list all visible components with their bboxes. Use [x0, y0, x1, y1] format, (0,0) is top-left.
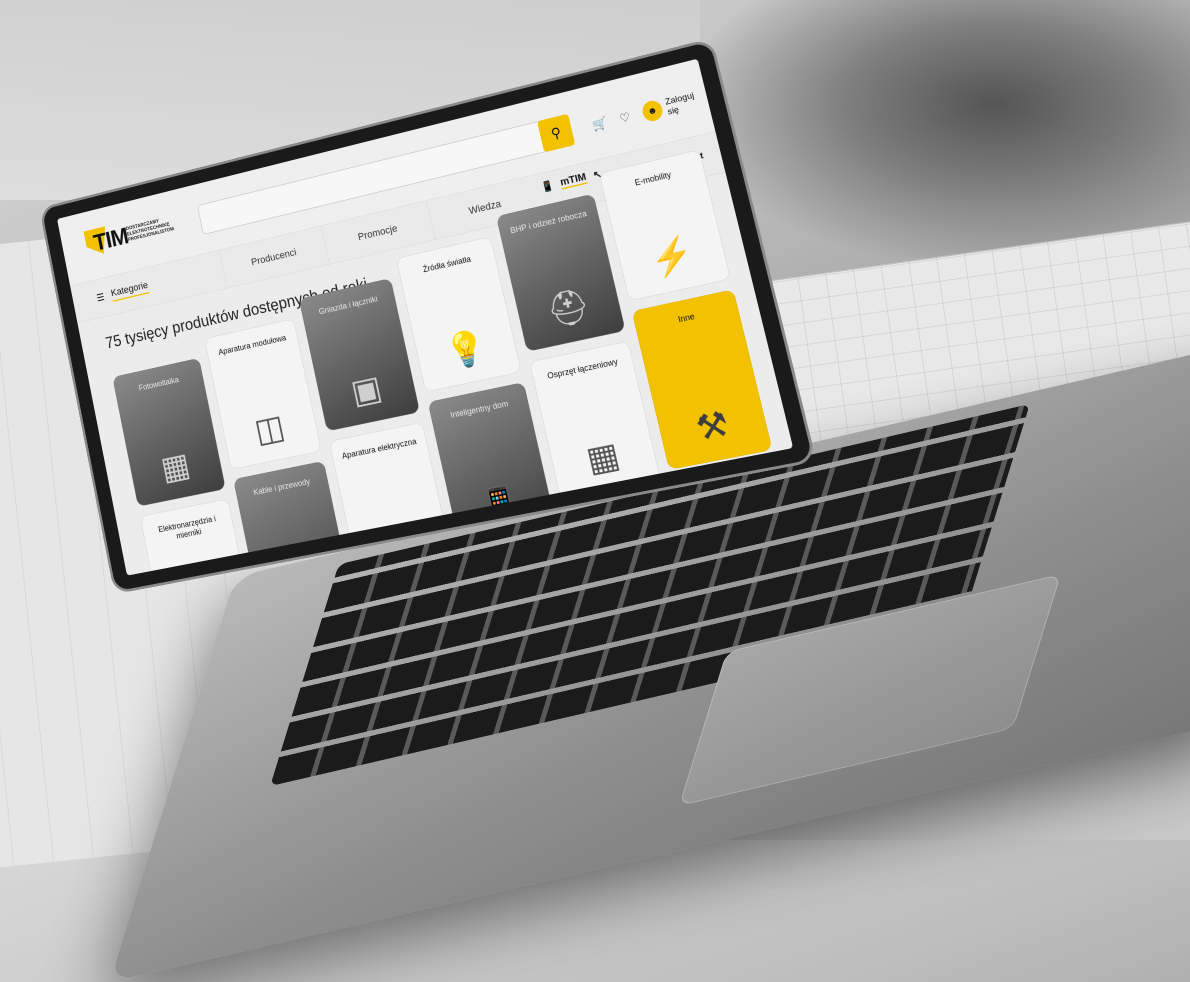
categories-label: Kategorie — [109, 279, 150, 302]
tile-label: Źródła światła — [421, 254, 472, 275]
breaker-icon: ◫ — [251, 407, 288, 450]
tile-label: Fotowoltaika — [137, 375, 180, 393]
search-icon: ⚲ — [549, 124, 563, 142]
helmet-icon: ⛑ — [542, 284, 594, 332]
category-tile-bhp[interactable]: BHP i odzież robocza ⛑ — [496, 193, 626, 352]
login-label: Zaloguj się — [664, 90, 696, 117]
mtim-label: mTIM — [558, 170, 588, 190]
header-icons: 🛒 ♡ ☻ Zaloguj się — [590, 88, 709, 136]
background-blur — [700, 0, 1190, 260]
category-tile-osprzet[interactable]: Osprzęt łączeniowy ▦ — [529, 340, 662, 501]
ev-charger-icon: ⚡ — [645, 232, 698, 281]
user-icon: ☻ — [640, 98, 665, 124]
cart-icon[interactable]: 🛒 — [591, 115, 609, 132]
bulb-icon: 💡 — [441, 326, 491, 373]
hamburger-icon: ☰ — [95, 291, 106, 304]
category-tile-fotowoltaika[interactable]: Fotowoltaika ▦ — [112, 357, 226, 507]
logo[interactable]: TIM Dostarczamy elektrotechnikę profesjo… — [83, 206, 181, 260]
search-button[interactable]: ⚲ — [537, 113, 576, 153]
phone-icon: 📱 — [539, 178, 555, 194]
logo-text: TIM — [91, 222, 131, 257]
category-tile-zrodla-swiatla[interactable]: Źródła światła 💡 — [396, 236, 522, 393]
tile-label: Inteligentny dom — [449, 398, 510, 420]
solar-panel-icon: ▦ — [157, 445, 193, 488]
tile-label: Aparatura elektryczna — [341, 436, 418, 461]
tile-label: Aparatura modułowa — [217, 333, 287, 357]
tile-label: Elektronarzędzia i mierniki — [157, 514, 217, 541]
logo-tagline: Dostarczamy elektrotechnikę profesjonali… — [125, 218, 175, 243]
tile-label: Gniazda i łączniki — [317, 294, 379, 317]
socket-icon: ▣ — [347, 368, 386, 412]
mtim-link[interactable]: 📱 mTIM ↖ — [540, 167, 603, 194]
heart-icon[interactable]: ♡ — [618, 109, 632, 125]
login-button[interactable]: ☻ Zaloguj się — [640, 88, 709, 124]
connector-box-icon: ▦ — [582, 434, 624, 480]
categories-menu[interactable]: ☰ Kategorie — [95, 279, 150, 305]
tile-label: Inne — [677, 311, 696, 325]
category-tile-elektronarzedzia[interactable]: Elektronarzędzia i mierniki 🔧 — [139, 498, 256, 576]
tile-label: Osprzęt łączeniowy — [546, 356, 619, 381]
tools-icon: ⚒ — [692, 403, 733, 449]
logo-mark: TIM — [83, 220, 130, 260]
category-tile-aparatura-modulowa[interactable]: Aparatura modułowa ◫ — [204, 318, 322, 470]
tile-label: Kable i przewody — [252, 476, 311, 497]
category-tile-gniazda[interactable]: Gniazda i łączniki ▣ — [298, 278, 421, 432]
category-tile-inne[interactable]: Inne ⚒ — [631, 289, 773, 470]
